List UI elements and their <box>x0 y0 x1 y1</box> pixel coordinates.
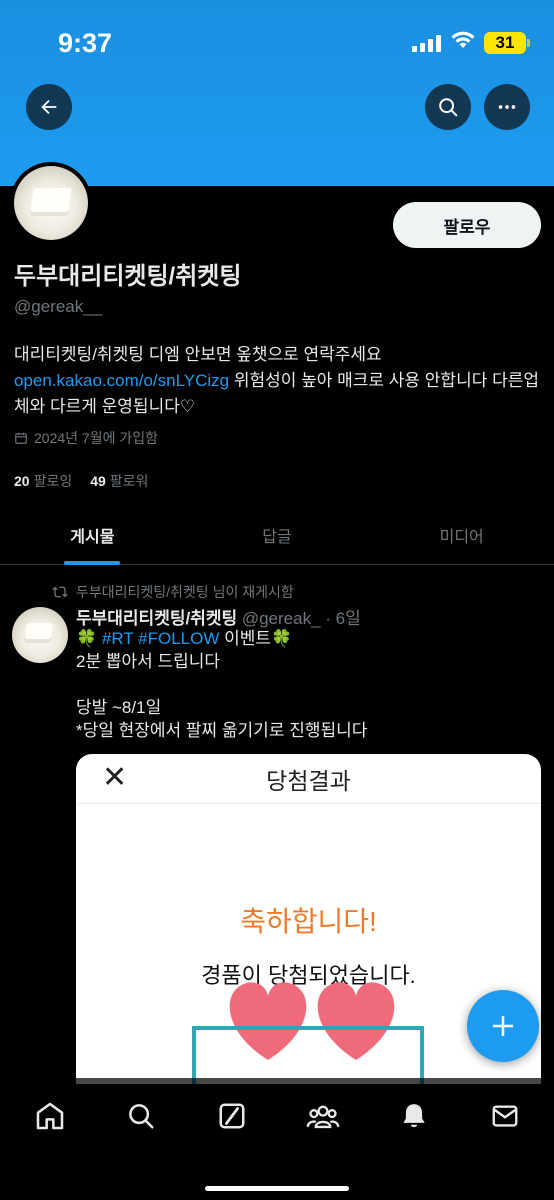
cellular-signal-icon <box>412 34 442 52</box>
repost-context[interactable]: 두부대리티켓팅/취켓팅 님이 재게시함 <box>52 582 294 602</box>
profile-display-name: 두부대리티켓팅/취켓팅 <box>14 263 242 290</box>
image-congrats-text: 축하합니다! <box>240 906 377 937</box>
arrow-left-icon <box>41 99 57 115</box>
home-icon <box>36 1102 63 1130</box>
grok-icon <box>219 1103 244 1129</box>
tweet-line-5: *당일 현장에서 팔찌 옮기기로 진행됩니다 <box>76 721 368 740</box>
tweet-author-name[interactable]: 두부대리티켓팅/취켓팅 <box>76 609 237 628</box>
following-link[interactable]: 20 팔로잉 <box>14 471 72 491</box>
home-indicator <box>205 1186 349 1191</box>
tab-replies-label: 답글 <box>262 528 292 546</box>
nav-grok[interactable] <box>208 1096 256 1136</box>
tweet-line-1-prefix: 🍀 <box>76 629 102 648</box>
plus-icon <box>493 1016 513 1036</box>
communities-icon <box>306 1105 339 1129</box>
tweet-line-3 <box>76 673 546 696</box>
active-tab-indicator <box>64 561 121 565</box>
profile-tabs: 게시물 답글 미디어 <box>0 505 554 565</box>
wifi-icon <box>450 30 476 55</box>
search-button[interactable] <box>425 84 471 130</box>
status-time: 9:37 <box>58 28 113 58</box>
more-button[interactable] <box>484 84 530 130</box>
nav-messages[interactable] <box>481 1096 529 1136</box>
bio-text: 대리티켓팅/취켓팅 디엠 안보면 옾챗으로 연락주세요 <box>14 345 382 364</box>
hashtag-rt[interactable]: #RT <box>102 629 134 648</box>
tweet-author-meta: @gereak_ · 6일 <box>237 609 361 628</box>
profile-bio: 대리티켓팅/취켓팅 디엠 안보면 옾챗으로 연락주세요 open.kakao.c… <box>14 342 544 420</box>
following-label: 팔로잉 <box>33 473 73 489</box>
tweet-avatar[interactable] <box>12 607 68 663</box>
profile-avatar[interactable] <box>10 162 92 244</box>
tweet-line-4: 당발 ~8/1일 <box>76 698 162 717</box>
prize-card-frame <box>192 1026 424 1084</box>
bottom-nav <box>0 1078 554 1200</box>
search-icon <box>128 1104 153 1129</box>
follow-button[interactable]: 팔로우 <box>393 202 541 248</box>
followers-link[interactable]: 49 팔로워 <box>90 471 148 491</box>
following-count: 20 <box>14 473 30 489</box>
bio-link[interactable]: open.kakao.com/o/snLYCizg <box>14 371 229 390</box>
tab-posts[interactable]: 게시물 <box>0 505 185 565</box>
nav-communities[interactable] <box>299 1096 347 1136</box>
tweet-line-1: 🍀 #RT #FOLLOW 이벤트🍀 <box>76 627 546 650</box>
battery-indicator: 31 <box>484 32 530 54</box>
tweet-line-2: 2분 뽑아서 드립니다 <box>76 652 221 671</box>
notifications-icon <box>402 1104 425 1128</box>
followers-label: 팔로워 <box>109 473 149 489</box>
repost-label: 두부대리티켓팅/취켓팅 님이 재게시함 <box>76 584 294 600</box>
joined-date: 2024년 7월에 가입함 <box>14 428 158 448</box>
status-bar: 9:37 31 <box>0 0 554 80</box>
messages-icon <box>492 1105 517 1127</box>
nav-notifications[interactable] <box>390 1096 438 1136</box>
repost-icon <box>52 586 68 598</box>
search-icon <box>439 98 458 117</box>
back-button[interactable] <box>26 84 72 130</box>
compose-button[interactable] <box>467 990 539 1062</box>
tab-media-label: 미디어 <box>439 528 484 546</box>
tab-media[interactable]: 미디어 <box>369 505 554 564</box>
tweet-text: 🍀 #RT #FOLLOW 이벤트🍀 2분 뽑아서 드립니다 당발 ~8/1일 … <box>76 627 546 742</box>
tab-posts-label: 게시물 <box>70 528 115 546</box>
follow-counts: 20 팔로잉 49 팔로워 <box>14 471 148 491</box>
profile-handle: @gereak__ <box>14 297 103 316</box>
image-header: ✕ 당첨결과 <box>76 754 541 804</box>
tweet-header: 두부대리티켓팅/취켓팅 @gereak_ · 6일 <box>76 604 361 629</box>
followers-count: 49 <box>90 473 106 489</box>
hashtag-follow[interactable]: #FOLLOW <box>138 629 219 648</box>
tweet-line-1-suffix: 이벤트🍀 <box>219 629 293 648</box>
joined-text: 2024년 7월에 가입함 <box>34 430 158 446</box>
tab-replies[interactable]: 답글 <box>185 505 370 564</box>
nav-home[interactable] <box>26 1096 74 1136</box>
nav-search[interactable] <box>117 1096 165 1136</box>
more-horizontal-icon <box>498 105 516 109</box>
calendar-icon <box>15 432 27 444</box>
image-title: 당첨결과 <box>266 768 351 794</box>
